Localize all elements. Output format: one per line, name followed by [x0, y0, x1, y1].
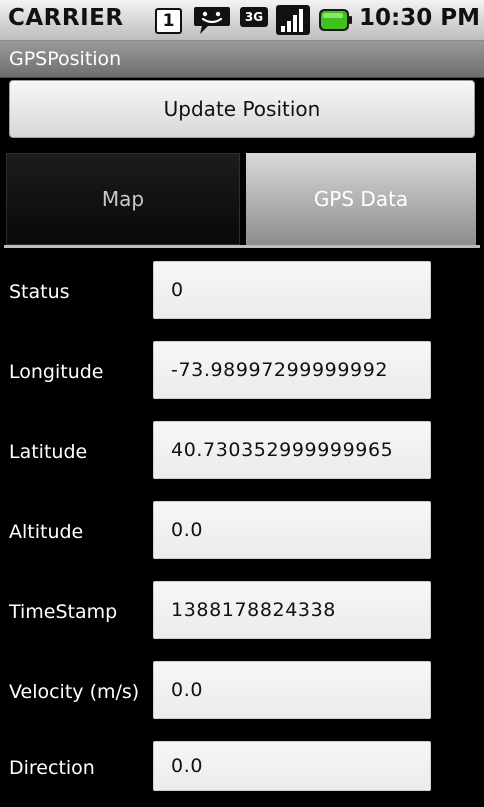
carrier-name: CARRIER — [8, 5, 124, 31]
direction-label: Direction — [9, 757, 95, 779]
signal-strength-icon — [275, 4, 311, 40]
latitude-field[interactable]: 40.730352999999965 — [153, 421, 431, 479]
altitude-label: Altitude — [9, 521, 84, 543]
velocity-field[interactable]: 0.0 — [153, 661, 431, 719]
clock: 10:30 PM — [359, 5, 480, 31]
app-title: GPSPosition — [9, 48, 122, 70]
longitude-label: Longitude — [9, 361, 104, 383]
status-bar: CARRIER 1 3G 10:30 PM — [0, 0, 484, 41]
tab-gps-data[interactable]: GPS Data — [246, 153, 476, 245]
latitude-label: Latitude — [9, 441, 88, 463]
status-label: Status — [9, 281, 70, 303]
3g-icon: 3G — [240, 7, 268, 27]
altitude-field[interactable]: 0.0 — [153, 501, 431, 559]
battery-icon — [318, 8, 352, 36]
update-position-button[interactable]: Update Position — [9, 80, 475, 138]
status-field[interactable]: 0 — [153, 261, 431, 319]
longitude-field[interactable]: -73.98997299999992 — [153, 341, 431, 399]
timestamp-field[interactable]: 1388178824338 — [153, 581, 431, 639]
velocity-label: Velocity (m/s) — [9, 681, 140, 703]
title-bar: GPSPosition — [0, 41, 484, 78]
tab-map[interactable]: Map — [6, 153, 240, 245]
timestamp-label: TimeStamp — [9, 601, 118, 623]
direction-field[interactable]: 0.0 — [153, 741, 431, 791]
sim-card-icon: 1 — [155, 8, 182, 34]
message-notification-icon — [192, 4, 232, 40]
tab-indicator-strip — [4, 245, 480, 248]
